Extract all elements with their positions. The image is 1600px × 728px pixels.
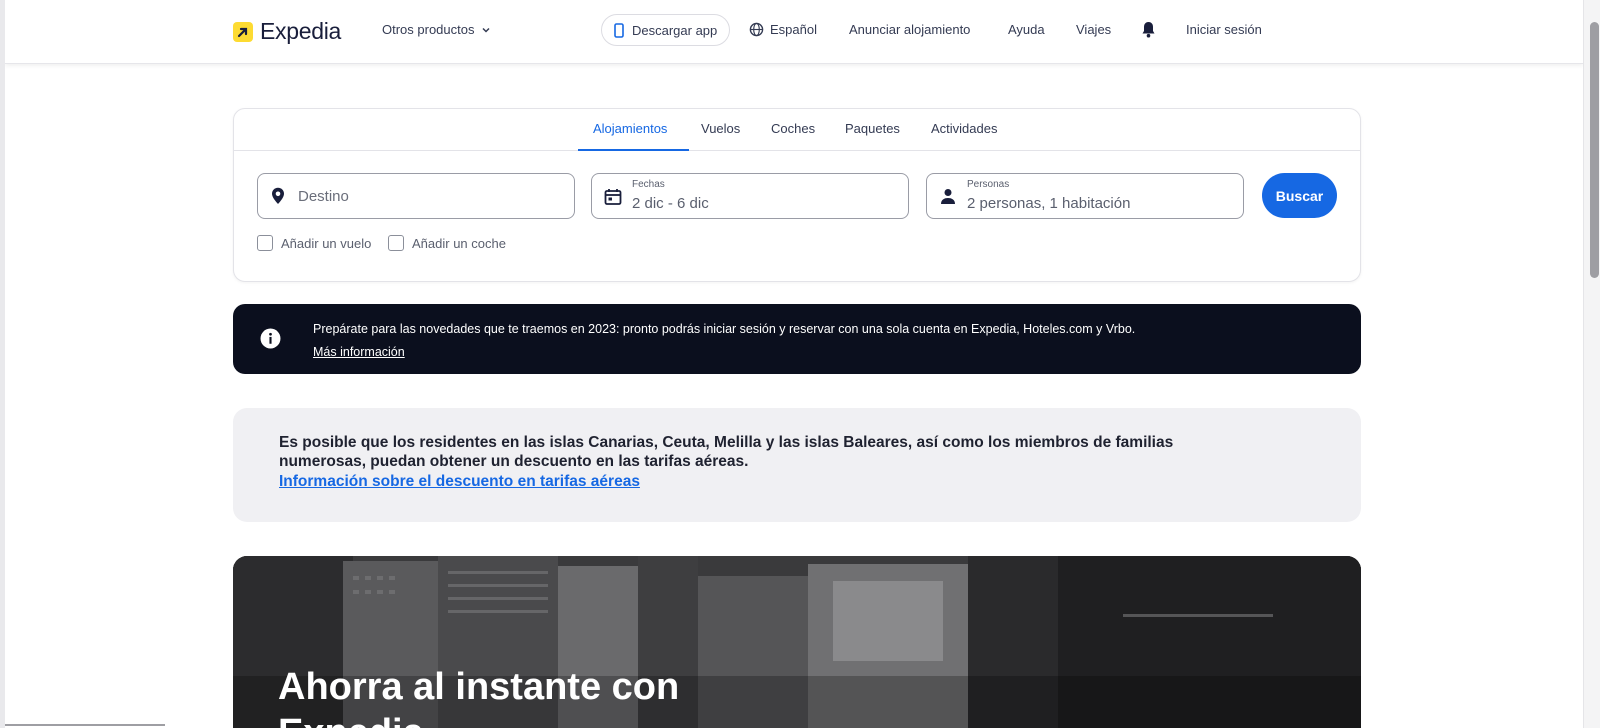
other-products-menu[interactable]: Otros productos <box>382 22 491 37</box>
other-products-label: Otros productos <box>382 22 475 37</box>
help-label: Ayuda <box>1008 22 1045 37</box>
dates-label: Fechas <box>632 179 665 190</box>
download-app-label: Descargar app <box>632 22 718 38</box>
map-pin-icon <box>272 187 284 204</box>
list-property-label: Anunciar alojamiento <box>849 22 971 37</box>
tab-alojamientos[interactable]: Alojamientos <box>593 121 667 136</box>
logo-text: Expedia <box>260 18 342 44</box>
scrollbar-thumb[interactable] <box>1590 22 1599 278</box>
chevron-down-icon <box>481 27 490 33</box>
active-tab-indicator <box>578 149 689 151</box>
search-form: Alojamientos Vuelos Coches Paquetes Acti… <box>233 108 1361 282</box>
language-selector[interactable]: Español <box>749 22 817 37</box>
expedia-logo[interactable]: Expedia <box>233 18 341 45</box>
hero-title: Ahorra al instante con Expedia <box>278 666 680 728</box>
bell-icon <box>1142 22 1155 38</box>
info-icon <box>260 328 281 349</box>
add-flight-checkbox[interactable]: Añadir un vuelo <box>257 235 371 251</box>
checkbox-box[interactable] <box>257 235 273 251</box>
travelers-label: Personas <box>967 179 1010 190</box>
more-info-link[interactable]: Más información <box>313 345 405 359</box>
expedia-logo-icon <box>233 21 253 42</box>
notifications-button[interactable] <box>1141 21 1156 38</box>
site-header: Expedia Otros productos Descargar app Es… <box>5 0 1583 64</box>
tab-paquetes[interactable]: Paquetes <box>845 121 900 136</box>
horizontal-scroll-indicator <box>5 724 165 726</box>
promo-hero: Ahorra al instante con Expedia <box>233 556 1361 728</box>
tab-actividades[interactable]: Actividades <box>931 121 997 136</box>
add-car-label: Añadir un coche <box>412 235 506 251</box>
globe-icon <box>749 22 764 37</box>
page-scrollbar[interactable] <box>1583 0 1600 728</box>
help-link[interactable]: Ayuda <box>1008 22 1045 37</box>
travelers-field[interactable]: Personas 2 personas, 1 habitación <box>926 173 1244 219</box>
browser-page: Expedia Otros productos Descargar app Es… <box>0 0 1600 728</box>
dates-value: 2 dic - 6 dic <box>632 195 709 212</box>
download-app-button[interactable]: Descargar app <box>601 14 731 46</box>
tab-coches[interactable]: Coches <box>771 121 815 136</box>
announcement-text: Prepárate para las novedades que te trae… <box>313 322 1136 336</box>
sign-in-link[interactable]: Iniciar sesión <box>1186 22 1262 37</box>
person-icon <box>941 189 955 204</box>
discount-info-link[interactable]: Información sobre el descuento en tarifa… <box>279 473 640 491</box>
checkbox-box[interactable] <box>388 235 404 251</box>
discount-notice: Es posible que los residentes en las isl… <box>233 408 1361 522</box>
tab-vuelos[interactable]: Vuelos <box>701 121 740 136</box>
language-label: Español <box>770 22 817 37</box>
sign-in-label: Iniciar sesión <box>1186 22 1262 37</box>
trips-link[interactable]: Viajes <box>1076 22 1111 37</box>
destination-placeholder: Destino <box>298 188 349 205</box>
search-button[interactable]: Buscar <box>1262 173 1337 218</box>
discount-notice-text: Es posible que los residentes en las isl… <box>279 434 1174 470</box>
add-flight-label: Añadir un vuelo <box>281 235 372 251</box>
phone-icon <box>614 22 624 38</box>
announcement-banner: Prepárate para las novedades que te trae… <box>233 304 1361 374</box>
calendar-icon <box>604 189 622 205</box>
trips-label: Viajes <box>1076 22 1112 37</box>
add-car-checkbox[interactable]: Añadir un coche <box>388 235 506 251</box>
list-property-link[interactable]: Anunciar alojamiento <box>849 22 970 37</box>
product-tabs: Alojamientos Vuelos Coches Paquetes Acti… <box>234 109 1360 151</box>
dates-field[interactable]: Fechas 2 dic - 6 dic <box>591 173 909 219</box>
destination-field[interactable]: Destino <box>257 173 575 219</box>
travelers-value: 2 personas, 1 habitación <box>967 195 1131 212</box>
